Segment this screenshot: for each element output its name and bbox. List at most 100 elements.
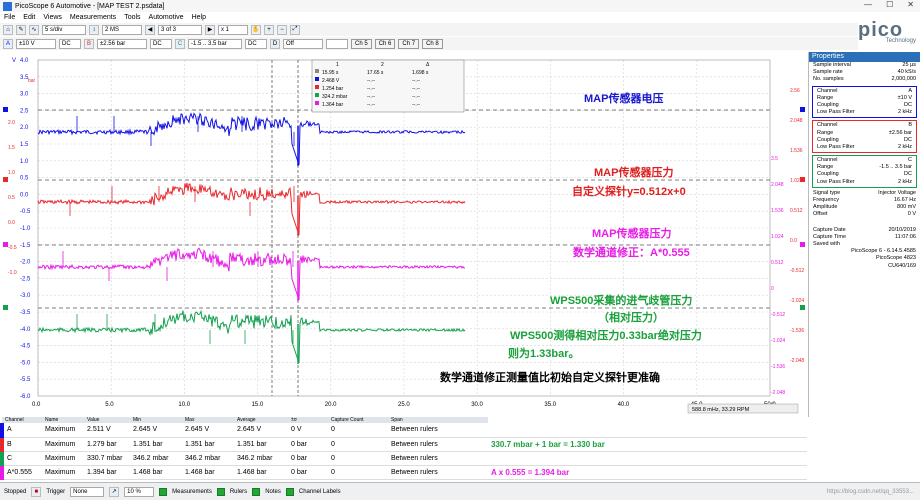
next-buffer-icon[interactable]: ▶	[205, 24, 215, 35]
channel-marker[interactable]	[800, 242, 805, 247]
channel-b-coupling[interactable]: DC	[150, 38, 172, 49]
y-tick-label-bar: -0.5	[8, 245, 17, 251]
spectrum-icon[interactable]: ∿	[29, 24, 39, 35]
property-value: DC	[904, 136, 912, 143]
right-tick-label-b: 1.536	[790, 148, 803, 154]
property-row: Coupling DC	[813, 137, 916, 144]
channel-marker[interactable]	[3, 305, 8, 310]
run-state[interactable]: Stopped	[4, 489, 26, 495]
property-row: Coupling DC	[813, 102, 916, 109]
samples-icon[interactable]: ↕	[89, 24, 99, 35]
channel-a-coupling[interactable]: DC	[59, 38, 81, 49]
table-cell: 0 bar	[288, 451, 328, 466]
measurement-note	[488, 423, 807, 438]
table-cell: A	[0, 423, 42, 438]
previous-buffer-icon[interactable]: ◀	[145, 24, 155, 35]
channel-b-range[interactable]: ±2.56 bar	[97, 38, 147, 49]
table-row[interactable]: C Maximum 330.7 mbar 346.2 mbar 346.2 mbar 34…	[0, 451, 807, 466]
menu-edit[interactable]: Edit	[23, 14, 35, 21]
channel-marker[interactable]	[800, 177, 805, 182]
table-cell: Between rulers	[388, 465, 488, 480]
menu-measurements[interactable]: Measurements	[70, 14, 116, 21]
property-row: Channel B	[813, 122, 916, 129]
channel-marker[interactable]	[3, 242, 8, 247]
zoom-fit-icon[interactable]: ⤢	[290, 24, 300, 35]
table-row[interactable]: A*0.555 Maximum 1.394 bar 1.468 bar 1.468 ba…	[0, 465, 807, 480]
menu-views[interactable]: Views	[43, 14, 62, 21]
scope-view[interactable]: 4.0 3.5 3.0 2.5 2.0 1.5 1.0 0.5 0.0 -0.5 -1.0 -1.5-…	[0, 52, 807, 417]
minimize-button[interactable]: —	[864, 0, 872, 9]
table-row[interactable]: A Maximum 2.511 V 2.645 V 2.645 V 2.645 V0 V0…	[0, 423, 807, 438]
menu-help[interactable]: Help	[192, 14, 206, 21]
menu-tools[interactable]: Tools	[124, 14, 140, 21]
trigger-rising-icon[interactable]: ↗	[109, 486, 120, 497]
trigger-mode-select[interactable]: None	[70, 486, 105, 497]
trace-math	[37, 247, 465, 301]
stop-icon[interactable]: ■	[31, 486, 42, 497]
channel-marker[interactable]	[3, 107, 8, 112]
channel-c-range[interactable]: -1.5 .. 3.5 bar	[188, 38, 242, 49]
channel-marker[interactable]	[800, 305, 805, 310]
trigger-level-input[interactable]: 10 %	[124, 486, 155, 497]
annotation-text: MAP传感器电压	[584, 91, 663, 105]
samples-select[interactable]: 2 MS	[102, 24, 142, 35]
ruler-legend-cell: 324.2 mbar	[322, 94, 348, 100]
y-tick-label-v: -6.0	[20, 394, 31, 400]
app-icon	[3, 1, 12, 11]
table-cell: A*0.555	[0, 465, 42, 480]
close-button[interactable]: ✕	[907, 0, 914, 9]
channel-b-icon[interactable]: B	[84, 38, 94, 49]
right-tick-label-c: -1.024	[771, 338, 785, 344]
channel-a-icon[interactable]: A	[3, 38, 13, 49]
rulers-toggle[interactable]	[216, 487, 225, 496]
waveform-graph[interactable]: 4.03.53.02.52.01.51.00.50.0-0.5-1.0-1.5-…	[0, 52, 807, 417]
channel-a-range[interactable]: ±10 V	[16, 38, 56, 49]
property-row: Range ±10 V	[813, 95, 916, 102]
channel-d-range[interactable]: Off	[283, 38, 323, 49]
zoom-in-icon[interactable]: +	[264, 24, 274, 35]
y-tick-label-v: -3.0	[20, 293, 31, 299]
channel-6-button[interactable]: Ch 6	[374, 38, 396, 49]
property-row: Sample interval 25 µs	[809, 62, 920, 69]
measurements-table[interactable]: Channel Name Value Min Max Average ±σ Capture C…	[0, 417, 807, 481]
channel-c-icon[interactable]: C	[175, 38, 185, 49]
annotation-text: WPS500采集的进气歧管压力	[550, 293, 692, 307]
ruler-legend-cell: 2.468 V	[322, 78, 340, 84]
channel-d-coupling[interactable]	[326, 38, 348, 49]
table-row[interactable]: B Maximum 1.279 bar 1.351 bar 1.351 bar 1.351…	[0, 437, 807, 452]
channel-5-button[interactable]: Ch 5	[351, 38, 372, 49]
maximize-button[interactable]: ☐	[886, 0, 893, 9]
channel-labels-toggle[interactable]	[285, 487, 294, 496]
ruler-legend-cell: 1.698 s	[412, 70, 429, 76]
timebase-select[interactable]: 5 s/div	[42, 24, 86, 35]
y-tick-label-v: -1.0	[20, 226, 31, 232]
table-cell: Maximum	[42, 437, 84, 452]
hand-tool-icon[interactable]: ✋	[251, 24, 261, 35]
channel-8-button[interactable]: Ch 8	[422, 38, 443, 49]
x-tick-label: 10.0	[178, 402, 190, 408]
zoom-select[interactable]: x 1	[218, 24, 248, 35]
channel-d-icon[interactable]: D	[270, 38, 280, 49]
annotation-text: 数学通道修正：A*0.555	[573, 245, 690, 259]
property-label: Low Pass Filter	[817, 143, 855, 150]
trace-b	[37, 182, 466, 236]
measurements-toggle[interactable]	[159, 487, 168, 496]
y-tick-label-v: -5.5	[20, 377, 31, 383]
trace-a	[37, 112, 466, 166]
table-cell: Maximum	[42, 465, 84, 480]
capture-toolbar: ⌂ ✎ ∿ 5 s/div ↕ 2 MS ◀ 3 of 3 ▶ x 1 ✋ + …	[0, 23, 858, 36]
buffer-navigator[interactable]: 3 of 3	[158, 24, 202, 35]
notes-toggle[interactable]	[252, 487, 261, 496]
channel-7-button[interactable]: Ch 7	[398, 38, 420, 49]
ruler-legend-cell: --.--	[367, 86, 375, 92]
menu-file[interactable]: File	[4, 14, 15, 21]
menu-automotive[interactable]: Automotive	[149, 14, 184, 21]
channel-c-coupling[interactable]: DC	[245, 38, 267, 49]
zoom-out-icon[interactable]: −	[277, 24, 287, 35]
channel-marker[interactable]	[3, 177, 8, 182]
ruler-legend-header: 1	[336, 62, 339, 68]
scope-mode-icon[interactable]: ⌂	[3, 24, 13, 35]
channel-marker[interactable]	[800, 107, 805, 112]
property-value: A	[908, 87, 912, 94]
persistence-icon[interactable]: ✎	[16, 24, 26, 35]
